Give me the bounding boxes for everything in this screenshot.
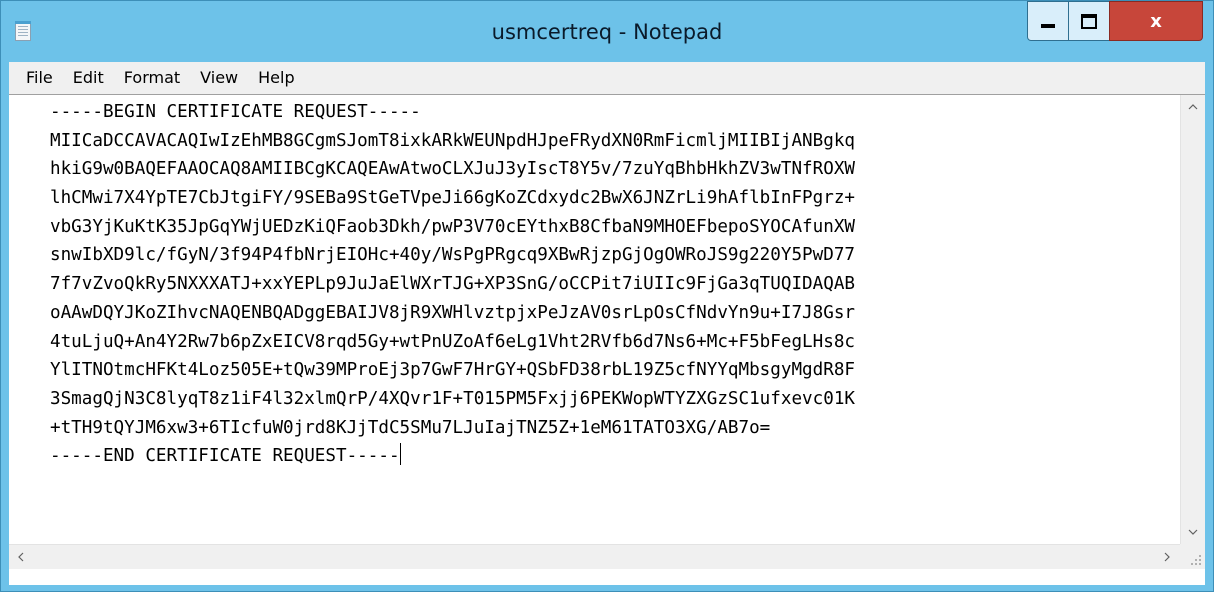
title-bar[interactable]: usmcertreq - Notepad x [1, 1, 1213, 63]
text-line: vbG3YjKuKtK35JpGqYWjUEDzKiQFaob3Dkh/pwP3… [50, 216, 856, 237]
text-line: YlITNOtmcHFKt4Loz505E+tQw39MProEj3p7GwF7… [50, 360, 856, 381]
menu-edit[interactable]: Edit [63, 62, 114, 94]
text-area[interactable]: -----BEGIN CERTIFICATE REQUEST----- MIIC… [9, 95, 1180, 544]
text-line: MIICaDCCAVACAQIwIzEhMB8GCgmSJomT8ixkARkW… [50, 130, 856, 151]
chevron-up-icon [1188, 104, 1198, 110]
menu-format[interactable]: Format [114, 62, 190, 94]
text-line: -----BEGIN CERTIFICATE REQUEST----- [50, 102, 421, 122]
resize-grip-icon[interactable] [1190, 554, 1202, 566]
menu-view[interactable]: View [190, 62, 248, 94]
text-line: 4tuLjuQ+An4Y2Rw7b6pZxEICV8rqd5Gy+wtPnUZo… [50, 331, 856, 352]
chevron-left-icon [18, 552, 24, 562]
text-line-last: -----END CERTIFICATE REQUEST----- [9, 442, 1180, 471]
menu-help[interactable]: Help [248, 62, 304, 94]
chevron-right-icon [1164, 552, 1170, 562]
text-line: +tTH9tQYJM6xw3+6TIcfuW0jrd8KJjTdC5SMu7LJ… [50, 417, 771, 438]
status-strip [9, 569, 1205, 585]
text-editor[interactable]: -----BEGIN CERTIFICATE REQUEST----- MIIC… [9, 94, 1205, 585]
scroll-down-button[interactable] [1181, 520, 1205, 544]
close-icon: x [1150, 10, 1162, 32]
scroll-right-button[interactable] [1155, 545, 1179, 569]
text-line: hkiG9w0BAQEFAAOCAQ8AMIIBCgKCAQEAwAtwoCLX… [50, 159, 856, 180]
text-caret [399, 443, 401, 466]
horizontal-scrollbar[interactable] [9, 544, 1180, 569]
text-line: lhCMwi7X4YpTE7CbJtgiFY/9SEBa9StGeTVpeJi6… [50, 188, 856, 209]
maximize-icon [1081, 13, 1097, 29]
text-line: snwIbXD9lc/fGyN/3f94P4fbNrjEIOHc+40y/WsP… [50, 245, 856, 266]
minimize-button[interactable] [1027, 1, 1069, 41]
chevron-down-icon [1188, 529, 1198, 535]
scroll-up-button[interactable] [1181, 95, 1205, 119]
minimize-icon [1041, 24, 1055, 28]
menu-bar: File Edit Format View Help [9, 62, 1205, 94]
scrollbar-corner [1180, 544, 1205, 569]
text-line: 3SmagQjN3C8lyqT8z1iF4l32xlmQrP/4XQvr1F+T… [50, 388, 856, 409]
notepad-window: usmcertreq - Notepad x File Edit Format … [0, 0, 1214, 592]
text-line-content: -----END CERTIFICATE REQUEST----- [50, 446, 400, 467]
text-line: oAAwDQYJKoZIhvcNAQENBQADggEBAIJV8jR9XWHl… [50, 302, 856, 323]
close-button[interactable]: x [1109, 1, 1203, 41]
menu-file[interactable]: File [9, 62, 63, 94]
vertical-scrollbar[interactable] [1180, 95, 1205, 544]
text-line: 7f7vZvoQkRy5NXXXATJ+xxYEPLp9JuJaElWXrTJG… [50, 274, 856, 295]
scroll-left-button[interactable] [9, 545, 33, 569]
maximize-button[interactable] [1068, 1, 1110, 41]
